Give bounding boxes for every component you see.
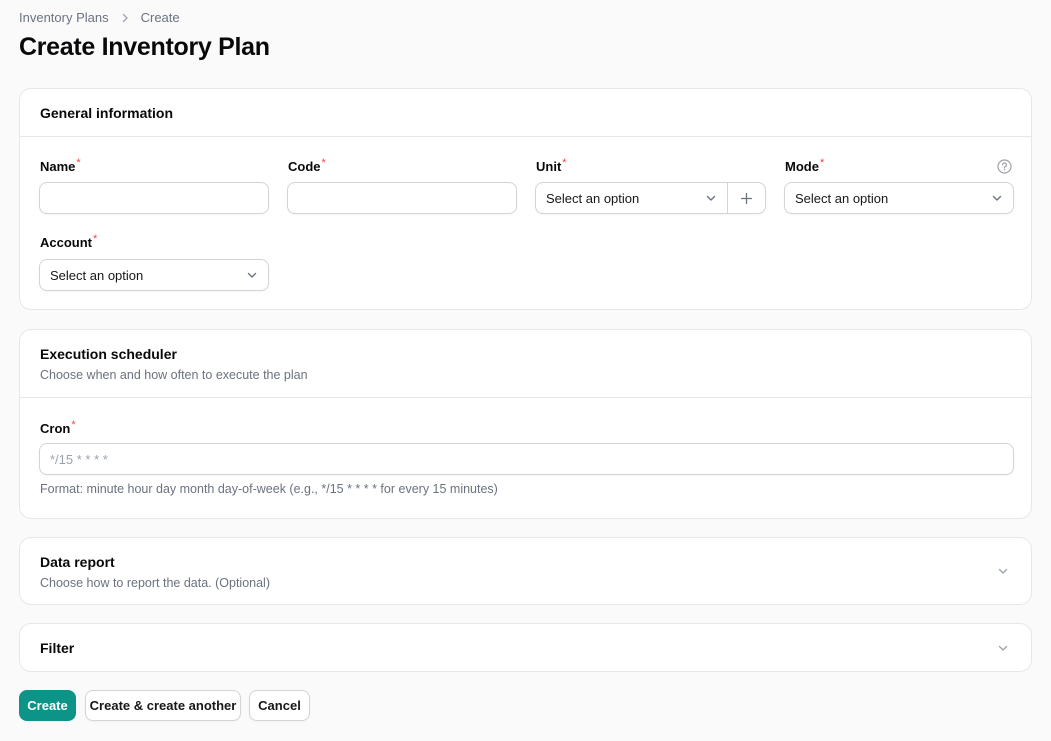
cron-label-text: Cron: [40, 421, 71, 436]
page-title: Create Inventory Plan: [19, 33, 270, 61]
required-marker: *: [321, 157, 326, 169]
unit-field-group: Select an option: [535, 182, 766, 214]
chevron-down-icon[interactable]: [997, 642, 1009, 654]
plus-icon: [740, 192, 753, 205]
cron-input[interactable]: [39, 443, 1014, 475]
required-marker: *: [76, 157, 81, 169]
code-input[interactable]: [287, 182, 517, 214]
unit-label-text: Unit: [536, 159, 562, 174]
execution-scheduler-card: Execution scheduler Choose when and how …: [19, 329, 1032, 519]
required-marker: *: [562, 157, 567, 169]
chevron-down-icon: [246, 269, 258, 281]
data-report-description: Choose how to report the data. (Optional…: [40, 576, 270, 590]
account-label-text: Account: [40, 235, 92, 250]
breadcrumb-link-inventory-plans[interactable]: Inventory Plans: [19, 10, 109, 25]
execution-scheduler-header: Execution scheduler Choose when and how …: [20, 330, 1031, 398]
execution-scheduler-description: Choose when and how often to execute the…: [40, 368, 308, 382]
unit-label: Unit*: [536, 157, 567, 174]
account-select[interactable]: Select an option: [39, 259, 269, 291]
cron-label: Cron*: [40, 419, 76, 436]
chevron-right-icon: [119, 12, 131, 24]
account-label: Account*: [40, 233, 98, 250]
cron-format-hint: Format: minute hour day month day-of-wee…: [40, 482, 498, 496]
general-information-card: General information Name* Code* Unit* Se…: [19, 88, 1032, 310]
chevron-down-icon[interactable]: [997, 565, 1009, 577]
chevron-down-icon: [991, 192, 1003, 204]
mode-label-text: Mode: [785, 159, 819, 174]
cancel-button[interactable]: Cancel: [249, 690, 310, 721]
name-input[interactable]: [39, 182, 269, 214]
data-report-header: Data report Choose how to report the dat…: [20, 538, 1031, 604]
account-select-value: Select an option: [50, 267, 144, 283]
create-button[interactable]: Create: [19, 690, 76, 721]
code-label: Code*: [288, 157, 326, 174]
mode-label: Mode*: [785, 157, 825, 174]
filter-card[interactable]: Filter: [19, 623, 1032, 672]
page: Inventory Plans Create Create Inventory …: [0, 0, 1051, 741]
mode-select-value: Select an option: [795, 190, 889, 206]
name-label: Name*: [40, 157, 81, 174]
name-label-text: Name: [40, 159, 76, 174]
execution-scheduler-title: Execution scheduler: [40, 346, 177, 362]
required-marker: *: [93, 233, 98, 245]
required-marker: *: [71, 419, 76, 431]
add-unit-button[interactable]: [727, 183, 765, 213]
filter-title: Filter: [40, 639, 75, 656]
chevron-down-icon: [705, 192, 717, 204]
general-information-header: General information: [20, 89, 1031, 137]
data-report-card[interactable]: Data report Choose how to report the dat…: [19, 537, 1032, 605]
unit-select[interactable]: Select an option: [536, 183, 727, 213]
mode-select[interactable]: Select an option: [784, 182, 1014, 214]
filter-header: Filter: [20, 624, 1031, 671]
create-and-create-another-button[interactable]: Create & create another: [85, 690, 241, 721]
data-report-title: Data report: [40, 554, 115, 570]
unit-select-value: Select an option: [546, 190, 640, 206]
required-marker: *: [819, 157, 825, 169]
breadcrumb-current: Create: [140, 10, 180, 25]
code-label-text: Code: [288, 159, 321, 174]
breadcrumb: Inventory Plans Create: [19, 10, 180, 25]
help-circle-icon[interactable]: [997, 159, 1012, 174]
general-information-title: General information: [40, 104, 174, 121]
